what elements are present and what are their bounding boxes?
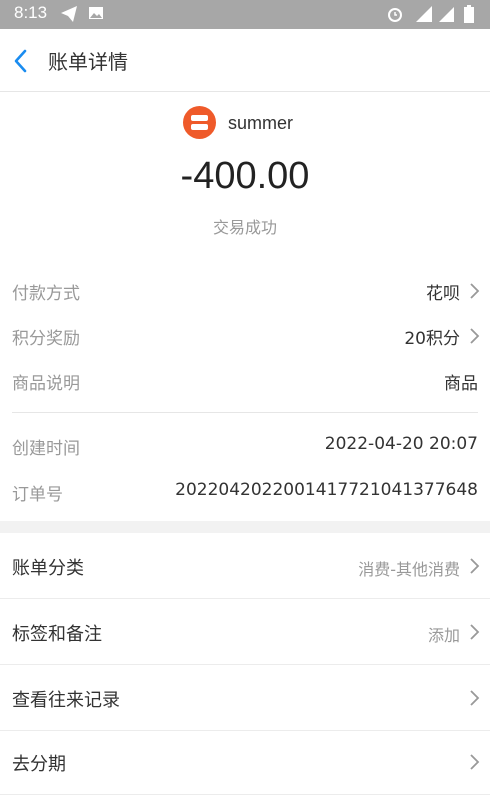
menu-row-tags-notes[interactable]: 标签和备注 添加 — [0, 600, 490, 665]
menu-value: 添加 — [427, 626, 460, 645]
title-bar: 账单详情 — [0, 29, 490, 92]
menu-row-view-records[interactable]: 查看往来记录 — [0, 666, 490, 731]
chevron-right-icon — [470, 754, 480, 770]
divider — [12, 412, 478, 413]
status-bar: 8:13 — [0, 0, 490, 29]
detail-value: 20积分 — [404, 329, 460, 349]
telegram-icon — [61, 6, 77, 22]
detail-row-created-time: 创建时间 2022-04-20 20:07 — [0, 430, 490, 460]
detail-row-points-reward[interactable]: 积分奖励 20积分 — [0, 320, 490, 350]
transaction-status: 交易成功 — [212, 218, 277, 237]
transaction-amount: -400.00 — [180, 155, 310, 197]
menu-label: 去分期 — [12, 754, 66, 775]
section-gap — [0, 521, 490, 533]
chevron-right-icon — [470, 283, 480, 299]
detail-value: 花呗 — [426, 284, 460, 304]
detail-label: 积分奖励 — [12, 329, 80, 349]
chevron-right-icon — [470, 328, 480, 344]
detail-label: 创建时间 — [12, 439, 80, 459]
signal-icon — [439, 7, 454, 22]
battery-icon — [464, 5, 474, 23]
detail-row-payment-method[interactable]: 付款方式 花呗 — [0, 275, 490, 305]
menu-row-bill-category[interactable]: 账单分类 消费-其他消费 — [0, 534, 490, 599]
back-chevron-icon[interactable] — [8, 47, 32, 75]
detail-value: 商品 — [444, 374, 478, 394]
chevron-right-icon — [470, 690, 480, 706]
detail-value: 2022-04-20 20:07 — [324, 434, 478, 454]
merchant-name: summer — [228, 113, 294, 133]
menu-label: 标签和备注 — [12, 624, 102, 645]
menu-label: 账单分类 — [12, 558, 84, 579]
chevron-right-icon — [470, 624, 480, 640]
merchant-logo-icon — [183, 106, 216, 139]
page-title: 账单详情 — [48, 50, 128, 74]
detail-value: 2022042022001417721041377648 — [175, 480, 478, 500]
chevron-right-icon — [470, 558, 480, 574]
image-icon — [89, 7, 103, 19]
detail-label: 商品说明 — [12, 374, 80, 394]
detail-label: 付款方式 — [12, 284, 80, 304]
status-time: 8:13 — [14, 3, 48, 22]
signal-4g-icon — [416, 6, 432, 22]
detail-row-product-description: 商品说明 商品 — [0, 365, 490, 395]
menu-row-installment[interactable]: 去分期 — [0, 730, 490, 795]
merchant-header: summer — [0, 106, 490, 142]
detail-label: 订单号 — [12, 485, 63, 505]
menu-value: 消费-其他消费 — [358, 560, 460, 579]
detail-row-order-number: 订单号 2022042022001417721041377648 — [0, 476, 490, 506]
alarm-icon — [388, 8, 402, 22]
menu-label: 查看往来记录 — [12, 690, 120, 711]
